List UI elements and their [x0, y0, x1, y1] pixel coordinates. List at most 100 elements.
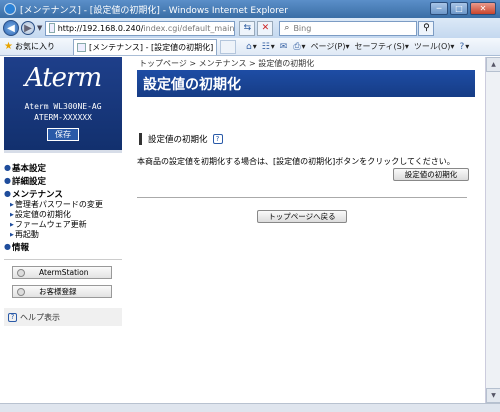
feed-icon: ☷: [261, 41, 270, 52]
minimize-button[interactable]: ─: [430, 2, 448, 15]
save-button[interactable]: 保存: [47, 128, 79, 141]
sidebar-item-label: 基本設定: [11, 163, 46, 174]
sidebar-item-maintenance[interactable]: ● メンテナンス: [4, 187, 122, 200]
help-link[interactable]: ? ヘルプ表示: [4, 308, 122, 326]
reset-settings-button[interactable]: 設定値の初期化: [393, 168, 469, 181]
description-text: 本商品の設定値を初期化する場合は、[設定値の初期化]ボタンをクリックしてください…: [137, 157, 455, 166]
arrow-icon: ▶: [10, 202, 14, 208]
page-content: Aterm Aterm WL300NE-AG ATERM-XXXXXX 保存 ●…: [0, 57, 485, 403]
sidebar-subitem-firmware[interactable]: ▶ ファームウェア更新: [4, 220, 122, 230]
window-controls: ─ □ ✕: [430, 2, 496, 15]
tools-menu[interactable]: ツール(O) ▾: [414, 41, 455, 52]
sidebar-nav: ● 基本設定 ● 詳細設定 ● メンテナンス ▶ 管理者パスワードの変更 ▶ 設定値の初期…: [4, 161, 122, 260]
url-field[interactable]: http://192.168.0.240/index.cgi/default_m…: [45, 20, 236, 36]
page-icon: [49, 23, 55, 33]
home-icon: ⌂: [245, 41, 252, 52]
section-header: 設定値の初期化 ?: [137, 133, 475, 145]
model-name: Aterm WL300NE-AG ATERM-XXXXXX: [4, 101, 122, 123]
arrow-icon: ▶: [10, 212, 14, 218]
main-panel: トップページ > メンテナンス > 設定値の初期化 設定値の初期化 設定値の初期…: [137, 57, 475, 223]
safety-menu[interactable]: セーフティ(S) ▾: [354, 41, 408, 52]
sidebar: Aterm Aterm WL300NE-AG ATERM-XXXXXX 保存 ●…: [4, 57, 122, 342]
aterm-station-button[interactable]: AtermStation: [12, 266, 112, 279]
sidebar-item-basic[interactable]: ● 基本設定: [4, 161, 122, 174]
search-input[interactable]: ⌕ Bing: [279, 20, 418, 36]
sidebar-item-label: 詳細設定: [11, 176, 46, 187]
aterm-logo: Aterm: [24, 63, 102, 93]
window-title: [メンテナンス] - [設定値の初期化] - Windows Internet …: [20, 5, 288, 16]
section-marker: [139, 133, 142, 145]
register-button[interactable]: お客様登録: [12, 285, 112, 298]
bing-icon: ⌕: [284, 23, 290, 33]
status-bar: [0, 403, 500, 412]
bullet-icon: ●: [4, 176, 11, 185]
tools-menu-label: ツール(O): [413, 42, 451, 51]
tab-page-icon: [76, 42, 86, 52]
command-bar: ★ お気に入り [メンテナンス] - [設定値の初期化] ⌂ ▾ ☷ ▾ ✉ ⎙ ▾ …: [0, 38, 500, 56]
address-bar: ◀ ▶ ▼ http://192.168.0.240/index.cgi/def…: [0, 18, 500, 38]
question-icon[interactable]: ?: [212, 134, 223, 144]
model-line-2: ATERM-XXXXXX: [34, 113, 92, 122]
sidebar-item-label: メンテナンス: [11, 189, 63, 200]
aterm-station-label: AtermStation: [39, 268, 89, 277]
sidebar-subitem-label: 設定値の初期化: [14, 210, 71, 219]
command-items: ⌂ ▾ ☷ ▾ ✉ ⎙ ▾ ページ(P) ▾ セーフティ(S) ▾ ツール(O) ▾ ? ▾: [246, 41, 469, 52]
favorites-button[interactable]: ★ お気に入り: [4, 41, 55, 52]
search-icon[interactable]: ⚲: [418, 20, 435, 36]
forward-button[interactable]: ▶: [21, 21, 35, 35]
model-line-1: Aterm WL300NE-AG: [24, 102, 102, 111]
bullet-icon: ●: [4, 163, 11, 172]
print-button[interactable]: ⎙ ▾: [293, 42, 305, 52]
print-icon: ⎙: [293, 41, 301, 52]
browser-tab[interactable]: [メンテナンス] - [設定値の初期化]: [72, 38, 217, 55]
sidebar-subitem-label: 再起動: [14, 230, 39, 239]
button-circle-icon: [17, 287, 25, 296]
mail-button[interactable]: ✉: [280, 42, 289, 52]
register-label: お客様登録: [39, 287, 77, 296]
arrow-icon: ▶: [10, 232, 14, 238]
vertical-scrollbar[interactable]: ▲ ▼: [485, 57, 500, 403]
favorites-label: お気に入り: [14, 42, 55, 51]
search-placeholder: Bing: [293, 23, 312, 33]
sidebar-subitem-label: 管理者パスワードの変更: [14, 200, 103, 209]
sidebar-item-label: 情報: [11, 242, 29, 253]
scroll-down-icon[interactable]: ▼: [486, 388, 500, 403]
sidebar-item-info[interactable]: ● 情報: [4, 240, 122, 253]
page-title: 設定値の初期化: [137, 70, 475, 97]
back-to-top-button[interactable]: トップページへ戻る: [257, 210, 347, 223]
sidebar-subitem-password[interactable]: ▶ 管理者パスワードの変更: [4, 200, 122, 210]
sidebar-subitem-reset[interactable]: ▶ 設定値の初期化: [4, 210, 122, 220]
feeds-button[interactable]: ☷ ▾: [262, 42, 275, 52]
sidebar-item-detail[interactable]: ● 詳細設定: [4, 174, 122, 187]
new-tab-button[interactable]: [219, 39, 236, 54]
arrow-icon: ▶: [10, 222, 14, 228]
question-icon: ?: [8, 312, 17, 322]
scroll-up-icon[interactable]: ▲: [486, 57, 500, 72]
history-dropdown-icon[interactable]: ▼: [37, 24, 42, 32]
help-icon: ?: [459, 41, 465, 52]
breadcrumb: トップページ > メンテナンス > 設定値の初期化: [139, 59, 315, 68]
button-circle-icon: [17, 268, 25, 277]
stop-icon[interactable]: ✕: [257, 20, 274, 36]
section-title: 設定値の初期化: [148, 135, 208, 145]
star-icon: ★: [4, 41, 13, 52]
home-button[interactable]: ⌂ ▾: [246, 42, 257, 52]
safety-menu-label: セーフティ(S): [354, 42, 405, 51]
help-menu[interactable]: ? ▾: [459, 42, 469, 52]
sidebar-divider: [4, 259, 122, 260]
url-path: index.cgi/default_main: [143, 23, 235, 33]
refresh-icon[interactable]: ⇆: [239, 20, 256, 36]
page-menu-label: ページ(P): [310, 42, 346, 51]
back-button[interactable]: ◀: [3, 20, 19, 36]
page-menu[interactable]: ページ(P) ▾: [311, 41, 350, 52]
mail-icon: ✉: [279, 41, 288, 52]
sidebar-subitem-label: ファームウェア更新: [14, 220, 87, 229]
tab-label: [メンテナンス] - [設定値の初期化]: [88, 42, 214, 52]
bullet-icon: ●: [4, 242, 11, 251]
url-host: http://192.168.0.240/: [57, 23, 144, 33]
sidebar-subitem-reboot[interactable]: ▶ 再起動: [4, 230, 122, 240]
bullet-icon: ●: [4, 189, 11, 198]
help-label: ヘルプ表示: [20, 312, 60, 322]
maximize-button[interactable]: □: [450, 2, 468, 15]
close-button[interactable]: ✕: [470, 2, 496, 15]
